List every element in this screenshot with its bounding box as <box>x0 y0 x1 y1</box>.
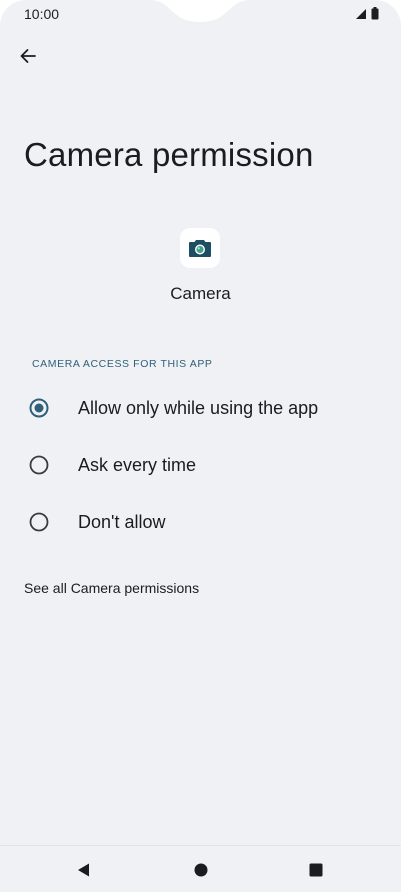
app-icon <box>180 228 220 268</box>
radio-checked-icon <box>29 398 49 418</box>
see-all-permissions-link[interactable]: See all Camera permissions <box>24 580 199 596</box>
camera-permission-screen: 10:00 Camera permission Camera CAMERA AC… <box>0 0 401 892</box>
nav-back-button[interactable] <box>72 858 96 882</box>
option-label: Don't allow <box>78 511 166 532</box>
signal-icon <box>356 8 366 19</box>
radio-selected[interactable] <box>16 398 62 418</box>
battery-icon <box>371 7 379 20</box>
option-dont-allow[interactable]: Don't allow <box>16 498 386 546</box>
option-label: Allow only while using the app <box>78 397 319 418</box>
status-icons <box>355 7 379 20</box>
option-ask-every-time[interactable]: Ask every time <box>16 441 386 489</box>
app-name: Camera <box>170 284 231 303</box>
option-allow-while-using[interactable]: Allow only while using the app <box>16 384 386 432</box>
triangle-back-icon <box>78 863 89 877</box>
circle-home-icon <box>194 863 208 877</box>
back-button[interactable] <box>12 40 44 72</box>
option-label: Ask every time <box>78 454 197 475</box>
navigation-bar <box>0 845 401 892</box>
nav-home-button[interactable] <box>189 858 213 882</box>
arrow-back-icon <box>20 49 36 63</box>
radio-unchecked-icon <box>29 455 49 475</box>
radio-unchecked-icon <box>29 512 49 532</box>
page-title: Camera permission <box>24 136 314 173</box>
status-bar: 10:00 <box>0 0 401 30</box>
status-time: 10:00 <box>24 6 60 22</box>
square-recents-icon <box>309 863 323 877</box>
radio-unselected[interactable] <box>16 512 62 532</box>
nav-recents-button[interactable] <box>304 858 328 882</box>
camera-icon <box>189 240 211 257</box>
section-header: CAMERA ACCESS FOR THIS APP <box>32 358 213 370</box>
radio-unselected[interactable] <box>16 455 62 475</box>
